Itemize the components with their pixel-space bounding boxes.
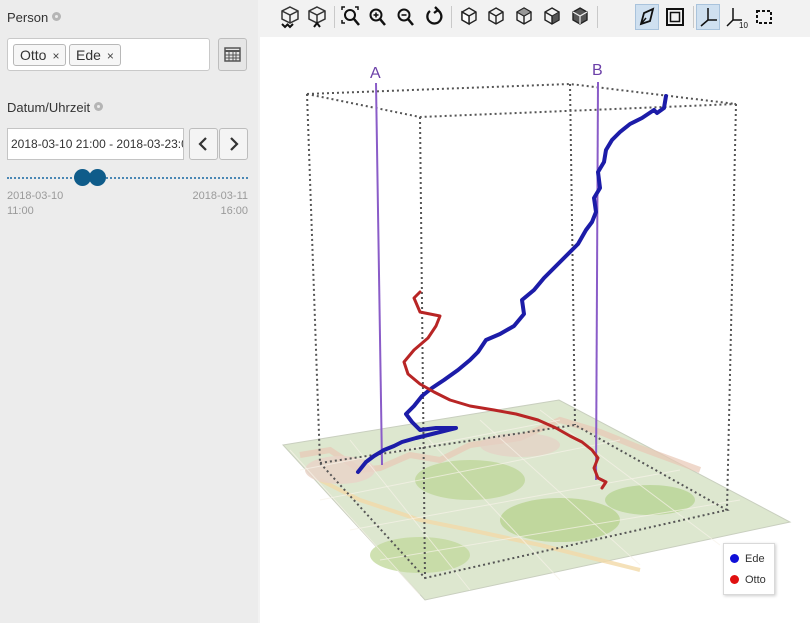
marker-b[interactable]: B	[592, 62, 603, 481]
scene-3d[interactable]: A B	[0, 0, 810, 623]
marker-a[interactable]: A	[370, 65, 383, 466]
legend-dot-otto	[730, 575, 739, 584]
marker-b-label: B	[592, 62, 603, 79]
legend: Ede Otto	[723, 543, 775, 595]
legend-item-otto: Otto	[730, 574, 766, 586]
legend-dot-ede	[730, 554, 739, 563]
map-plane	[282, 399, 792, 601]
marker-a-label: A	[370, 65, 381, 82]
legend-item-ede: Ede	[730, 553, 765, 565]
